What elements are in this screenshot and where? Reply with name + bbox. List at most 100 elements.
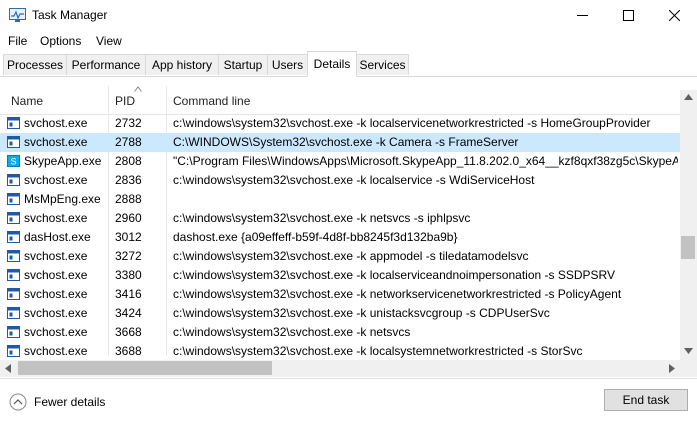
tab-details[interactable]: Details	[307, 51, 357, 77]
process-name: svchost.exe	[24, 173, 88, 187]
menu-options[interactable]: Options	[40, 34, 81, 48]
horizontal-scrollbar[interactable]	[0, 360, 680, 377]
process-command-line: dashost.exe {a09effeff-b59f-4d8f-bb8245f…	[173, 230, 458, 244]
process-name: svchost.exe	[24, 344, 88, 358]
process-window-icon	[7, 326, 20, 338]
maximize-icon	[622, 10, 634, 21]
table-row[interactable]: svchost.exe 3416 c:\windows\system32\svc…	[0, 285, 680, 304]
process-command-line: c:\windows\system32\svchost.exe -k netwo…	[173, 287, 622, 301]
process-pid: 2836	[115, 173, 142, 187]
fewer-details-link[interactable]: Fewer details	[34, 395, 105, 409]
table-row[interactable]: svchost.exe 3272 c:\windows\system32\svc…	[0, 247, 680, 266]
process-pid: 3424	[115, 306, 142, 320]
scrollbar-corner	[680, 360, 697, 377]
vertical-scrollbar[interactable]	[680, 90, 697, 361]
table-row[interactable]: S SkypeApp.exe 2808 "C:\Program Files\Wi…	[0, 152, 680, 171]
maximize-button[interactable]	[605, 0, 651, 31]
process-pid: 3688	[115, 344, 142, 358]
tab-performance[interactable]: Performance	[66, 54, 146, 75]
process-name: dasHost.exe	[24, 230, 91, 244]
process-command-line: c:\windows\system32\svchost.exe -k netsv…	[173, 325, 411, 339]
skype-icon: S	[7, 155, 20, 167]
process-pid: 3012	[115, 230, 142, 244]
scroll-left-arrow-icon[interactable]	[5, 364, 11, 373]
process-name: svchost.exe	[24, 116, 88, 130]
column-header-command-line[interactable]: Command line	[173, 94, 250, 108]
process-command-line: c:\windows\system32\svchost.exe -k local…	[173, 116, 651, 130]
process-name: svchost.exe	[24, 268, 88, 282]
process-name: svchost.exe	[24, 325, 88, 339]
process-window-icon	[7, 117, 20, 129]
process-window-icon	[7, 250, 20, 262]
title-bar: Task Manager	[0, 0, 697, 31]
menu-file[interactable]: File	[8, 34, 27, 48]
end-task-button[interactable]: End task	[604, 389, 688, 411]
footer: Fewer details End task	[0, 378, 697, 427]
chevron-up-circle-icon[interactable]	[9, 393, 27, 411]
table-row[interactable]: svchost.exe 2732 c:\windows\system32\svc…	[0, 114, 680, 133]
process-window-icon	[7, 288, 20, 300]
process-command-line: c:\windows\system32\svchost.exe -k netsv…	[173, 211, 471, 225]
window-title: Task Manager	[32, 8, 108, 22]
process-name: svchost.exe	[24, 249, 88, 263]
process-window-icon	[7, 345, 20, 357]
process-name: MsMpEng.exe	[24, 192, 101, 206]
table-row[interactable]: svchost.exe 3424 c:\windows\system32\svc…	[0, 304, 680, 323]
process-window-icon	[7, 193, 20, 205]
process-command-line: "C:\Program Files\WindowsApps\Microsoft.…	[173, 154, 678, 168]
sort-ascending-icon	[134, 86, 142, 92]
tab-processes[interactable]: Processes	[3, 54, 67, 75]
process-name: svchost.exe	[24, 135, 88, 149]
process-pid: 3380	[115, 268, 142, 282]
table-row[interactable]: svchost.exe 3688 c:\windows\system32\svc…	[0, 342, 680, 361]
process-name: SkypeApp.exe	[24, 154, 102, 168]
tab-strip: Processes Performance App history Startu…	[0, 51, 697, 77]
process-pid: 3416	[115, 287, 142, 301]
minimize-button[interactable]	[559, 0, 605, 31]
table-row[interactable]: svchost.exe 2960 c:\windows\system32\svc…	[0, 209, 680, 228]
vertical-scroll-thumb[interactable]	[681, 236, 695, 259]
details-table: Name PID Command line svchost.exe 2732 c…	[0, 76, 697, 378]
tab-users[interactable]: Users	[267, 54, 308, 75]
minimize-icon	[576, 15, 588, 16]
process-command-line: c:\windows\system32\svchost.exe -k local…	[173, 268, 615, 282]
process-command-line: c:\windows\system32\svchost.exe -k unist…	[173, 306, 550, 320]
table-row[interactable]: MsMpEng.exe 2888	[0, 190, 680, 209]
menu-bar: File Options View	[0, 31, 697, 51]
table-row[interactable]: svchost.exe 3380 c:\windows\system32\svc…	[0, 266, 680, 285]
process-window-icon	[7, 231, 20, 243]
table-row[interactable]: dasHost.exe 3012 dashost.exe {a09effeff-…	[0, 228, 680, 247]
table-header: Name PID Command line	[0, 76, 680, 115]
menu-view[interactable]: View	[96, 34, 122, 48]
column-header-name[interactable]: Name	[11, 94, 43, 108]
horizontal-scroll-thumb[interactable]	[18, 361, 272, 375]
process-command-line: c:\windows\system32\svchost.exe -k local…	[173, 173, 535, 187]
process-pid: 3272	[115, 249, 142, 263]
process-name: svchost.exe	[24, 306, 88, 320]
process-command-line: C:\WINDOWS\System32\svchost.exe -k Camer…	[173, 135, 519, 149]
close-button[interactable]	[651, 0, 697, 31]
tab-startup[interactable]: Startup	[218, 54, 268, 75]
scroll-down-arrow-icon[interactable]	[684, 348, 693, 354]
table-row-selected[interactable]: svchost.exe 2788 C:\WINDOWS\System32\svc…	[0, 133, 680, 152]
tab-services[interactable]: Services	[356, 54, 409, 75]
process-window-icon	[7, 174, 20, 186]
process-window-icon	[7, 307, 20, 319]
scroll-right-arrow-icon[interactable]	[669, 364, 675, 373]
tab-app-history[interactable]: App history	[145, 54, 219, 75]
scroll-up-arrow-icon[interactable]	[684, 94, 693, 100]
process-pid: 2732	[115, 116, 142, 130]
column-header-pid[interactable]: PID	[115, 94, 135, 108]
table-row[interactable]: svchost.exe 2836 c:\windows\system32\svc…	[0, 171, 680, 190]
process-pid: 2888	[115, 192, 142, 206]
process-pid: 2788	[115, 135, 142, 149]
table-row[interactable]: svchost.exe 3668 c:\windows\system32\svc…	[0, 323, 680, 342]
svg-text:S: S	[10, 157, 16, 167]
process-command-line: c:\windows\system32\svchost.exe -k appmo…	[173, 249, 529, 263]
close-icon	[668, 10, 680, 21]
process-window-icon	[7, 136, 20, 148]
process-pid: 3668	[115, 325, 142, 339]
process-pid: 2808	[115, 154, 142, 168]
process-window-icon	[7, 212, 20, 224]
task-manager-icon	[9, 8, 26, 22]
